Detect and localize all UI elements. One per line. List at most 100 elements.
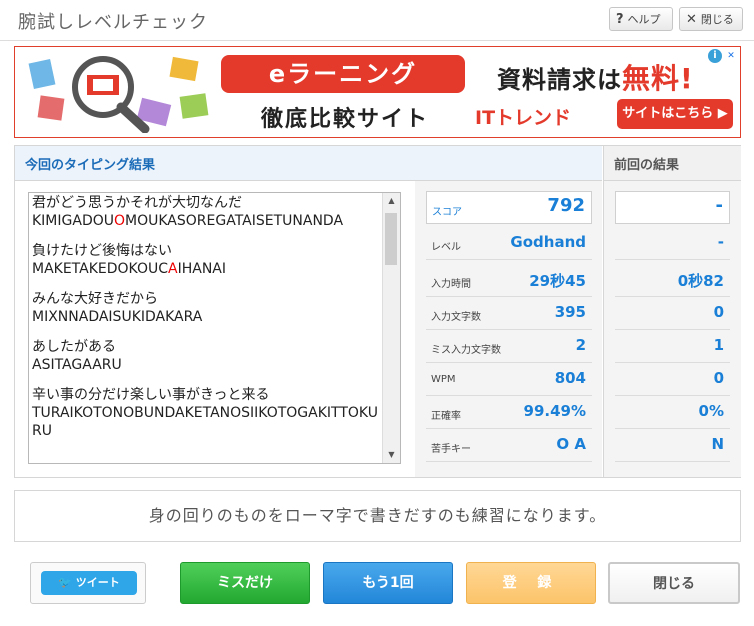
ad-request-label: 資料請求は — [497, 66, 622, 94]
previous-stat-row: 1 — [615, 330, 730, 363]
header-close-button[interactable]: ✕ 閉じる — [679, 7, 743, 31]
footer-buttons: 🐦 ツイート ミスだけ もう1回 登 録 閉じる — [0, 554, 754, 626]
previous-stat-row: 0 — [615, 297, 730, 330]
previous-stat-row: 0% — [615, 396, 730, 429]
scrollbar-thumb[interactable] — [385, 213, 397, 265]
tip-message: 身の回りのものをローマ字で書きだすのも練習になります。 — [14, 490, 741, 542]
previous-results-header: 前回の結果 — [603, 146, 741, 181]
romaji-typed: MAKETAKEDOKOUC — [32, 261, 169, 277]
ad-free-label: 無料! — [622, 62, 694, 95]
current-stat-row: WPM 804 — [426, 363, 592, 396]
typing-log-romaji-line: MAKETAKEDOKOUCAIHANAI — [32, 260, 382, 278]
tweet-label: ツイート — [75, 576, 120, 589]
current-results-header: 今回のタイピング結果 — [15, 146, 602, 181]
ad-cta-button[interactable]: サイトはこちら ▶ — [617, 99, 733, 129]
stat-label: WPM — [431, 374, 456, 385]
current-stat-row: 正確率 99.49% — [426, 396, 592, 429]
previous-stat-row: N — [615, 429, 730, 462]
stat-label: レベル — [431, 242, 461, 253]
typing-log-japanese-line: 君がどう思うかそれが大切なんだ — [32, 195, 242, 211]
romaji-typed: IHANAI — [177, 261, 227, 277]
previous-stat-row: 0秒82 — [615, 264, 730, 297]
current-stat-value: O A — [556, 435, 586, 453]
scroll-up-icon[interactable]: ▲ — [383, 193, 400, 209]
ad-close-icon[interactable]: ✕ — [724, 49, 738, 63]
current-stat-value: 99.49% — [523, 402, 586, 420]
retry-button[interactable]: もう1回 — [323, 562, 453, 604]
current-stats-column: スコア 792 レベル Godhand 入力時間 29秒45 入力文字数 395 ミス入力文字数… — [415, 181, 602, 477]
miss-only-button[interactable]: ミスだけ — [180, 562, 310, 604]
stat-label: 苦手キー — [431, 444, 471, 455]
ad-request-text: 資料請求は無料! — [497, 57, 694, 97]
romaji-miss-char: O — [114, 213, 126, 229]
results-panel: 今回のタイピング結果 前回の結果 君がどう思うかそれが大切なんだ KIMIGADO… — [14, 145, 741, 478]
tweet-button[interactable]: 🐦 ツイート — [41, 571, 137, 595]
scroll-down-icon[interactable]: ▼ — [383, 447, 400, 463]
question-icon: ? — [616, 12, 624, 27]
current-stat-value: 395 — [554, 303, 586, 321]
current-stat-row: レベル Godhand — [426, 227, 592, 260]
typing-log-japanese-line: あしたがある — [32, 339, 116, 355]
typing-log-japanese-line: 辛い事の分だけ楽しい事がきっと来る — [32, 387, 270, 403]
current-stat-row: 入力文字数 395 — [426, 297, 592, 330]
previous-stat-value: - — [715, 195, 723, 216]
stat-label: スコア — [432, 207, 462, 218]
previous-stat-value: - — [717, 233, 724, 251]
help-button-label: ヘルプ — [627, 13, 661, 26]
previous-stat-value: 0% — [698, 402, 724, 420]
footer-close-button[interactable]: 閉じる — [608, 562, 740, 604]
romaji-typed: TURAIKOTONOBUNDAKETANOSIIKOTOGAKITTOKURU — [32, 405, 378, 439]
stat-label: 正確率 — [431, 411, 461, 422]
ad-subtitle: 徹底比較サイト — [261, 107, 430, 132]
current-stat-value: 29秒45 — [529, 272, 586, 290]
previous-stats-column: - - 0秒82 0 1 0 0% N — [603, 181, 741, 477]
typing-log-textbox[interactable]: 君がどう思うかそれが大切なんだ KIMIGADOUOMOUKASOREGATAIS… — [28, 192, 401, 464]
current-stat-row: ミス入力文字数 2 — [426, 330, 592, 363]
romaji-typed: MIXNNADAISUKIDAKARA — [32, 309, 203, 325]
current-stat-row: スコア 792 — [426, 191, 592, 224]
help-button[interactable]: ? ヘルプ — [609, 7, 673, 31]
tweet-container: 🐦 ツイート — [30, 562, 146, 604]
typing-log-romaji-line: KIMIGADOUOMOUKASOREGATAISETUNANDA — [32, 212, 382, 230]
ad-banner[interactable]: eラーニング 徹底比較サイト 資料請求は無料! ITトレンド サイトはこちら ▶… — [14, 46, 741, 138]
current-results-title: 今回のタイピング結果 — [25, 158, 156, 173]
previous-stat-row: - — [615, 227, 730, 260]
ad-info-icon[interactable]: i — [708, 49, 722, 63]
level-check-dialog: 腕試しレベルチェック ? ヘルプ ✕ 閉じる eラーニング 徹底比較サイト 資料請求… — [0, 0, 754, 626]
close-icon: ✕ — [686, 12, 697, 27]
current-stat-value: 792 — [547, 195, 585, 216]
typing-log-japanese-line: 負けたけど後悔はない — [32, 243, 172, 259]
ad-illustration — [28, 56, 209, 133]
typing-log-romaji-line: MIXNNADAISUKIDAKARA — [32, 308, 382, 326]
stat-label: 入力時間 — [431, 279, 471, 290]
current-stat-value: Godhand — [510, 233, 586, 251]
typing-log-scrollbar[interactable]: ▲ ▼ — [382, 193, 400, 463]
previous-stat-value: 0 — [713, 303, 724, 321]
stat-label: ミス入力文字数 — [431, 345, 501, 356]
previous-results-title: 前回の結果 — [614, 158, 680, 173]
previous-stat-value: 0 — [713, 369, 724, 387]
previous-stat-row: - — [615, 191, 730, 224]
header-close-label: 閉じる — [700, 13, 734, 26]
typing-log-area: 君がどう思うかそれが大切なんだ KIMIGADOUOMOUKASOREGATAIS… — [15, 181, 415, 477]
current-stat-value: 804 — [554, 369, 586, 387]
romaji-typed: KIMIGADOU — [32, 213, 114, 229]
romaji-typed: MOUKASOREGATAISETUNANDA — [125, 213, 344, 229]
typing-log-romaji-line: TURAIKOTONOBUNDAKETANOSIIKOTOGAKITTOKURU — [32, 404, 382, 440]
previous-stat-value: N — [711, 435, 724, 453]
current-stat-row: 入力時間 29秒45 — [426, 264, 592, 297]
previous-stat-row: 0 — [615, 363, 730, 396]
ad-elearning-pill: eラーニング — [221, 55, 465, 93]
current-stat-value: 2 — [575, 336, 586, 354]
previous-stat-value: 0秒82 — [677, 272, 724, 290]
typing-log-romaji-line: ASITAGAARU — [32, 356, 382, 374]
register-button[interactable]: 登 録 — [466, 562, 596, 604]
header-divider — [0, 40, 754, 41]
stat-label: 入力文字数 — [431, 312, 481, 323]
typing-log-content: 君がどう思うかそれが大切なんだ KIMIGADOUOMOUKASOREGATAIS… — [32, 193, 382, 440]
romaji-miss-char: A — [168, 261, 178, 277]
dialog-title: 腕試しレベルチェック — [18, 12, 208, 33]
twitter-bird-icon: 🐦 — [58, 576, 76, 589]
ad-brand-logo: ITトレンド — [475, 107, 572, 129]
typing-log-japanese-line: みんな大好きだから — [32, 291, 158, 307]
